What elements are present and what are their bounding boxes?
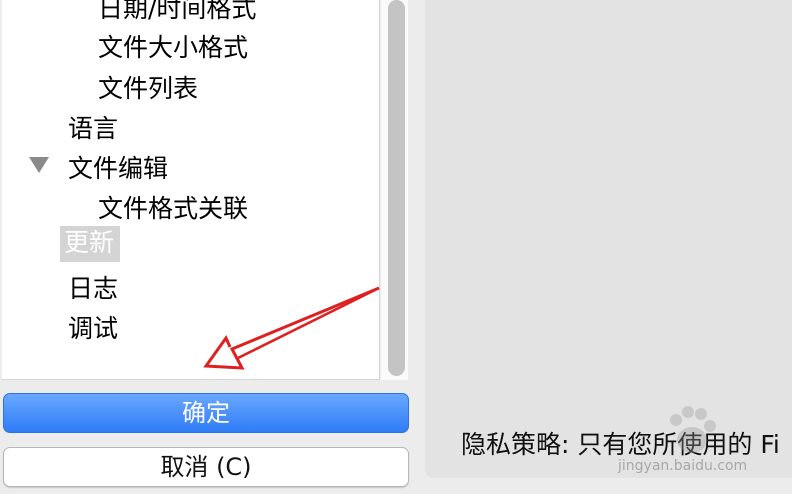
tree-item-update[interactable]: 更新 [60, 226, 121, 262]
tree-item-datetime-format[interactable]: 日期/时间格式 [98, 0, 256, 28]
tree-item-language[interactable]: 语言 [68, 112, 118, 148]
tree-item-debug[interactable]: 调试 [68, 312, 118, 348]
privacy-policy-text: 隐私策略: 只有您所使用的 Fi [461, 430, 780, 459]
tree-item-log[interactable]: 日志 [68, 272, 118, 308]
settings-tree: 日期/时间格式 文件大小格式 文件列表 语言 文件编辑 文件格式关联 更新 日志… [2, 0, 380, 380]
tree-scrollbar-thumb[interactable] [388, 0, 405, 376]
cancel-button[interactable]: 取消 (C) [3, 447, 409, 487]
watermark-text: jingyan.baidu.com [618, 458, 748, 474]
settings-content-panel: 隐私策略: 只有您所使用的 Fi [425, 0, 792, 478]
baidu-paw-icon [670, 406, 716, 453]
tree-item-file-format-association[interactable]: 文件格式关联 [98, 192, 248, 228]
tree-item-file-list[interactable]: 文件列表 [98, 72, 198, 108]
ok-button[interactable]: 确定 [3, 393, 409, 433]
tree-item-file-editing[interactable]: 文件编辑 [68, 152, 168, 188]
tree-item-file-size-format[interactable]: 文件大小格式 [98, 31, 248, 67]
disclosure-triangle-down-icon[interactable] [29, 157, 49, 173]
